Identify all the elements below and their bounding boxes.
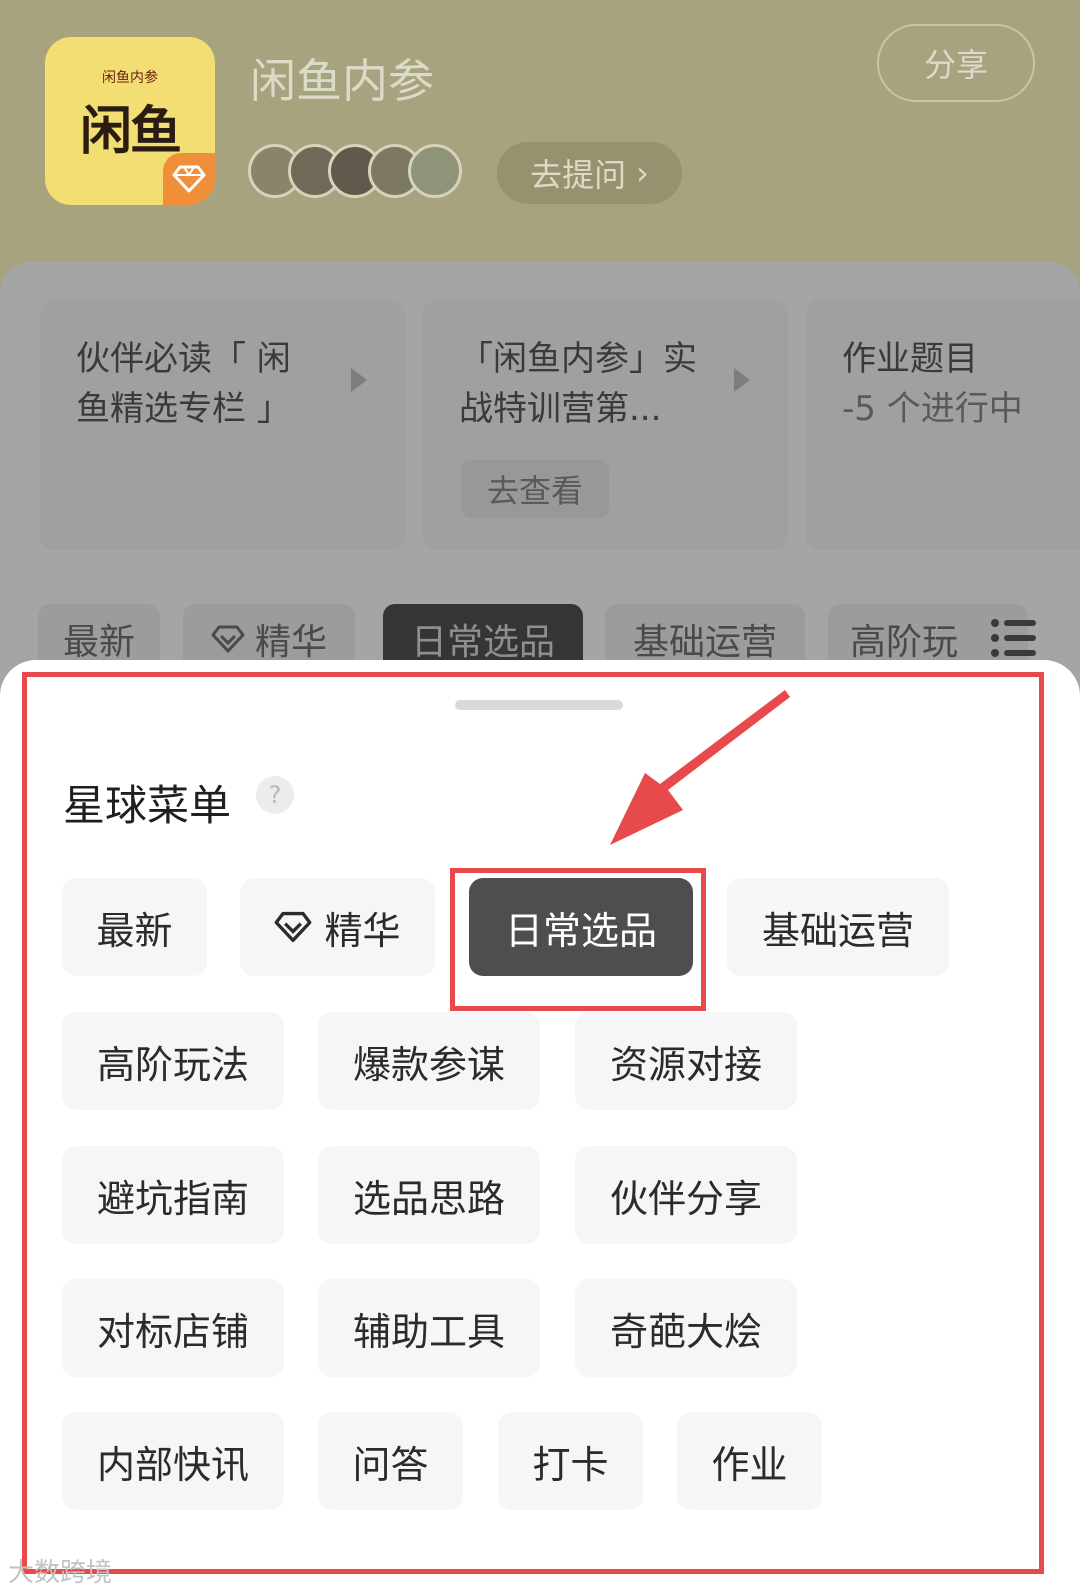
play-arrow-icon	[351, 368, 367, 392]
group-title: 闲鱼内参	[250, 54, 434, 108]
tab-label: 精华	[254, 622, 327, 663]
card-line: 作业题目	[842, 339, 978, 379]
featured-cards: 伙伴必读「 闲 鱼精选专栏 」 「闲鱼内参」实 战特训营第... 去查看 作业题…	[0, 300, 1080, 550]
featured-card[interactable]: 「闲鱼内参」实 战特训营第... 去查看	[423, 300, 788, 550]
card-line: 战特训营第...	[459, 389, 662, 429]
play-arrow-icon	[734, 368, 750, 392]
watermark: 大数跨境	[8, 1558, 113, 1588]
view-button[interactable]: 去查看	[461, 460, 609, 518]
card-title: 作业题目 -5 个进行中	[842, 334, 1080, 434]
diamond-badge-icon	[163, 153, 215, 205]
logo-subtext: 闲鱼内参	[102, 70, 158, 86]
menu-list-icon[interactable]	[990, 618, 1036, 658]
annotation-outline-menu	[22, 672, 1044, 1574]
ask-question-label: 去提问	[530, 156, 627, 194]
chevron-right-icon: ›	[636, 154, 649, 192]
avatar	[408, 144, 462, 198]
card-line: 伙伴必读「 闲	[76, 339, 291, 379]
card-title: 「闲鱼内参」实 战特训营第...	[459, 334, 719, 434]
card-line: 鱼精选专栏 」	[76, 389, 291, 429]
group-logo: 闲鱼内参 闲鱼	[45, 37, 215, 205]
ask-question-button[interactable]: 去提问 ›	[497, 142, 682, 204]
card-line: -5 个进行中	[842, 389, 1023, 429]
annotation-outline-active-chip	[450, 868, 706, 1011]
featured-card[interactable]: 作业题目 -5 个进行中	[806, 300, 1080, 550]
group-header: 闲鱼内参 闲鱼 闲鱼内参 分享 去提问 ›	[0, 0, 1080, 300]
card-title: 伙伴必读「 闲 鱼精选专栏 」	[76, 334, 336, 434]
diamond-icon	[211, 625, 245, 653]
featured-card[interactable]: 伙伴必读「 闲 鱼精选专栏 」	[40, 300, 405, 550]
card-line: 「闲鱼内参」实	[459, 339, 697, 379]
share-button[interactable]: 分享	[877, 24, 1035, 102]
